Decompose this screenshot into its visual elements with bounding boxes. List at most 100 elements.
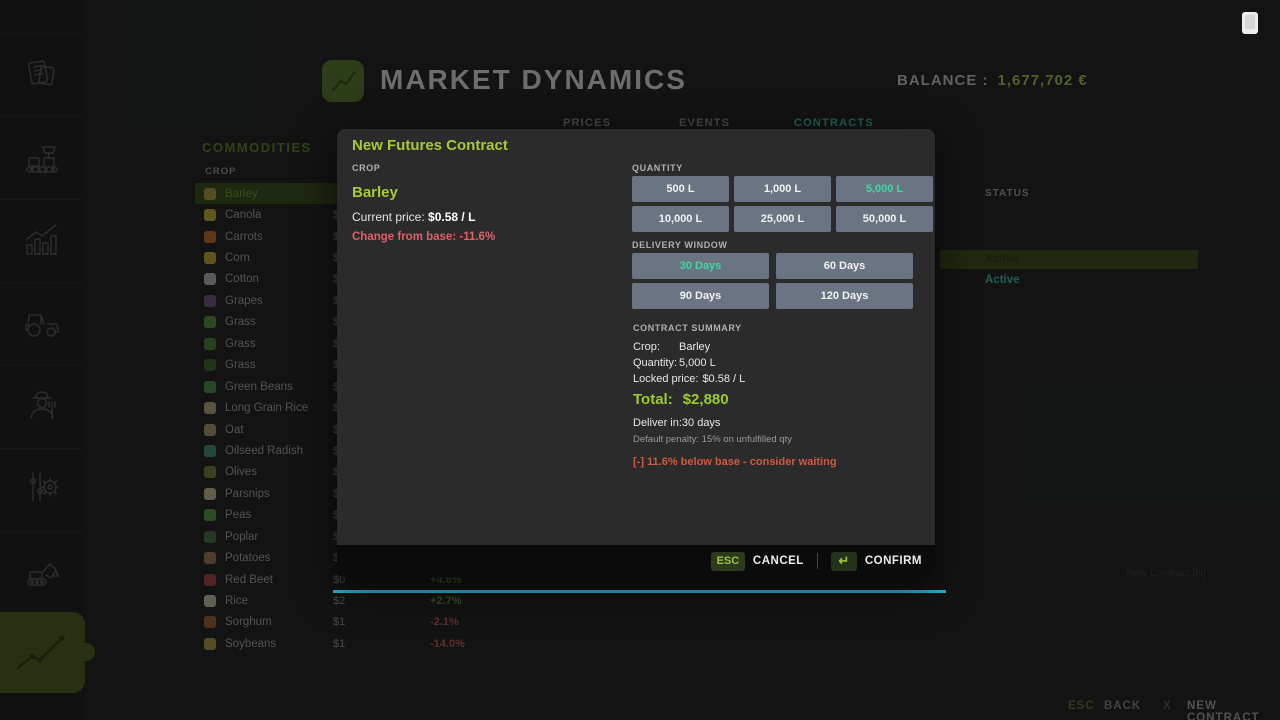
balance-display: BALANCE : 1,677,702 € xyxy=(897,72,1088,89)
crop-column-header: CROP xyxy=(205,166,236,177)
footer-separator xyxy=(817,553,818,569)
total-value: $2,880 xyxy=(683,391,729,408)
sidebar xyxy=(0,0,85,720)
crop-icon xyxy=(204,231,216,243)
production-icon[interactable] xyxy=(21,136,63,178)
enter-key-icon: ↵ xyxy=(831,552,857,571)
confirm-button[interactable]: ↵ CONFIRM xyxy=(831,552,922,571)
market-dynamics-screen: MARKET DYNAMICS BALANCE : 1,677,702 € PR… xyxy=(0,0,1280,720)
quantity-option-50000[interactable]: 50,000 L xyxy=(836,206,933,232)
phone-icon xyxy=(1242,12,1258,34)
total-row: Total: $2,880 xyxy=(633,391,729,408)
crop-name: Sorghum xyxy=(225,616,272,628)
harvester-icon[interactable] xyxy=(21,301,63,343)
crop-name: Carrots xyxy=(225,231,263,243)
summary-quantity-value: 5,000 L xyxy=(679,357,716,369)
excavator-icon[interactable] xyxy=(21,549,63,591)
crop-icon xyxy=(204,445,216,457)
settings-icon[interactable] xyxy=(21,466,63,508)
selection-underline xyxy=(333,590,946,593)
sidebar-divider xyxy=(0,199,84,200)
current-price-value: $0.58 / L xyxy=(428,210,475,224)
crop-icon xyxy=(204,531,216,543)
sidebar-divider xyxy=(0,282,84,283)
crop-name: Grass xyxy=(225,338,256,350)
esc-key-badge: ESC xyxy=(711,552,745,571)
cancel-button[interactable]: ESC CANCEL xyxy=(711,552,804,571)
delivery-option-90[interactable]: 90 Days xyxy=(632,283,769,309)
tab-contracts[interactable]: CONTRACTS xyxy=(794,117,874,129)
crop-icon xyxy=(204,466,216,478)
crop-name: Grass xyxy=(225,359,256,371)
crop-name: Peas xyxy=(225,509,251,521)
crop-icon xyxy=(204,209,216,221)
crop-name: Grapes xyxy=(225,295,263,307)
dialog-title: New Futures Contract xyxy=(352,137,508,154)
crop-icon xyxy=(204,359,216,371)
crop-change: -14.0% xyxy=(430,638,465,650)
crop-icon xyxy=(204,638,216,650)
new-contract-button[interactable]: NEW CONTRACT xyxy=(1187,700,1280,720)
crop-name: Potatoes xyxy=(225,552,270,564)
tab-prices[interactable]: PRICES xyxy=(563,117,611,129)
crop-name: Red Beet xyxy=(225,574,273,586)
documents-icon[interactable] xyxy=(21,54,63,96)
crop-icon xyxy=(204,338,216,350)
status-column-header: STATUS xyxy=(985,188,1030,199)
status-badge: Active xyxy=(985,253,1018,265)
delivery-option-60[interactable]: 60 Days xyxy=(776,253,913,279)
change-from-base: Change from base: -11.6% xyxy=(352,231,495,243)
commodities-title: COMMODITIES xyxy=(202,140,312,155)
farmer-icon[interactable] xyxy=(21,384,63,426)
back-button[interactable]: BACK xyxy=(1104,700,1141,712)
crop-icon xyxy=(204,616,216,628)
contract-summary: Crop:Barley Quantity:5,000 L Locked pric… xyxy=(633,339,745,387)
delivery-option-120[interactable]: 120 Days xyxy=(776,283,913,309)
current-price: Current price: $0.58 / L xyxy=(352,210,475,224)
change-value: -11.6% xyxy=(459,231,495,243)
crop-label: CROP xyxy=(352,163,380,173)
crop-icon xyxy=(204,595,216,607)
default-penalty-note: Default penalty: 15% on unfulfilled qty xyxy=(633,434,792,445)
crop-name: Grass xyxy=(225,316,256,328)
crop-price: $1 xyxy=(333,616,345,628)
commodity-row-sorghum[interactable]: Sorghum$1-2.1% xyxy=(195,612,480,633)
quantity-option-1000[interactable]: 1,000 L xyxy=(734,176,831,202)
quantity-option-500[interactable]: 500 L xyxy=(632,176,729,202)
summary-quantity-label: Quantity: xyxy=(633,357,679,369)
crop-price: $1 xyxy=(333,638,345,650)
quantity-option-10000[interactable]: 10,000 L xyxy=(632,206,729,232)
contract-row-highlighted[interactable]: Active xyxy=(940,250,1198,269)
sidebar-item-market-dynamics[interactable] xyxy=(0,612,85,693)
active-notch xyxy=(77,643,95,661)
commodity-row-soybeans[interactable]: Soybeans $1 -14.0% xyxy=(195,633,480,654)
contract-summary-label: CONTRACT SUMMARY xyxy=(633,323,742,333)
contract-row-status[interactable]: Active xyxy=(985,274,1020,286)
quantity-option-25000[interactable]: 25,000 L xyxy=(734,206,831,232)
crop-icon xyxy=(204,273,216,285)
sidebar-divider xyxy=(0,531,84,532)
deliver-in-value: 30 days xyxy=(682,417,721,429)
crop-name: Corn xyxy=(225,252,250,264)
new-contract-hint: New Contract [N] xyxy=(1126,567,1206,579)
statistics-icon[interactable] xyxy=(21,219,63,261)
crop-name: Olives xyxy=(225,466,257,478)
commodity-row-rice[interactable]: Rice$2+2.7% xyxy=(195,590,480,611)
crop-name: Canola xyxy=(225,209,261,221)
crop-icon xyxy=(204,381,216,393)
change-label: Change from base: xyxy=(352,231,456,243)
esc-key-hint: ESC xyxy=(1068,700,1095,712)
tab-events[interactable]: EVENTS xyxy=(679,117,730,129)
crop-icon xyxy=(204,402,216,414)
crop-name: Soybeans xyxy=(225,638,276,650)
total-label: Total: xyxy=(633,391,673,408)
quantity-label: QUANTITY xyxy=(632,163,683,173)
delivery-option-30[interactable]: 30 Days xyxy=(632,253,769,279)
crop-icon xyxy=(204,424,216,436)
crop-price: $2 xyxy=(333,595,345,607)
delivery-options: 30 Days 60 Days 90 Days 120 Days xyxy=(632,253,913,309)
quantity-option-5000[interactable]: 5,000 L xyxy=(836,176,933,202)
crop-icon xyxy=(204,552,216,564)
crop-name: Parsnips xyxy=(225,488,270,500)
summary-crop-value: Barley xyxy=(679,341,710,353)
